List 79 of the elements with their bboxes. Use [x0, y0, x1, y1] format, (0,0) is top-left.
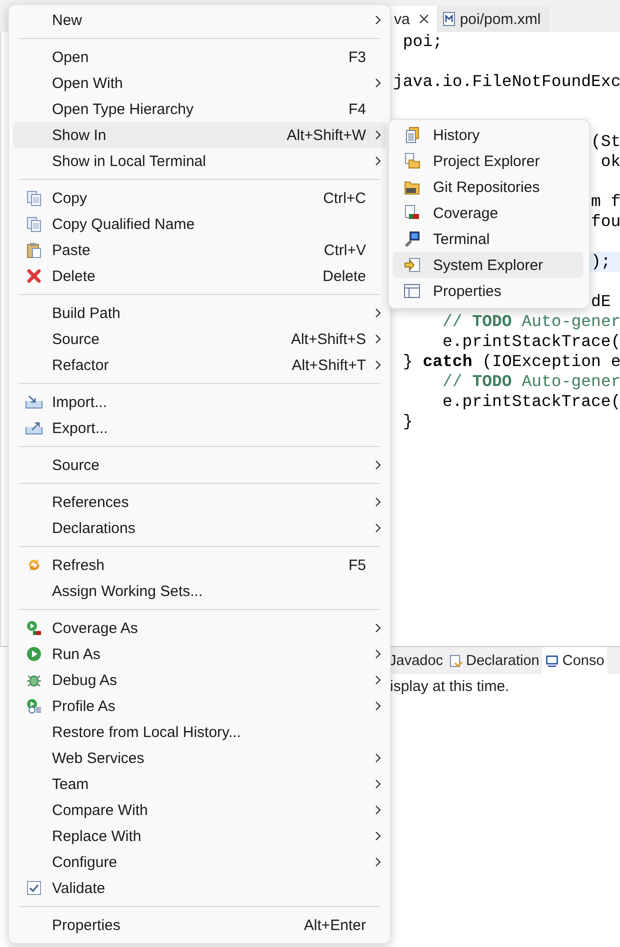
- code-line: );: [591, 252, 611, 272]
- menu-item[interactable]: Source Alt+Shift+S: [13, 326, 386, 352]
- export-icon: [24, 421, 42, 435]
- close-icon[interactable]: [418, 14, 429, 24]
- menu-item[interactable]: Show in Local Terminal: [13, 148, 386, 174]
- menu-item[interactable]: References: [13, 489, 386, 515]
- menu-item[interactable]: Paste Ctrl+V: [13, 237, 386, 263]
- menu-item[interactable]: Delete Delete: [13, 263, 386, 289]
- coverage-icon: [26, 620, 42, 636]
- code-comment: // TODO Auto-gener: [442, 312, 620, 331]
- code-line: e.printStackTrace(: [442, 392, 620, 411]
- folder-icon: [404, 153, 420, 169]
- menu-item[interactable]: Properties Alt+Enter: [13, 912, 386, 938]
- code-line: }: [402, 412, 413, 431]
- menu-item[interactable]: Validate: [13, 875, 386, 901]
- panel-tab[interactable]: Declaration: [446, 647, 542, 674]
- menu-item[interactable]: Show In Alt+Shift+W: [13, 122, 386, 148]
- code-line: } catch (IOException e: [402, 352, 620, 371]
- menu-item[interactable]: Assign Working Sets...: [13, 578, 386, 604]
- menu-item[interactable]: Debug As: [13, 667, 386, 693]
- code-line: e.printStackTrace(: [442, 332, 620, 351]
- submenu-item[interactable]: System Explorer: [393, 252, 583, 278]
- menu-item[interactable]: Configure: [13, 849, 386, 875]
- menu-item[interactable]: Web Services: [13, 745, 386, 771]
- submenu-item[interactable]: History: [393, 122, 583, 148]
- menu-item[interactable]: Open F3: [13, 44, 386, 70]
- menu-item[interactable]: Export...: [13, 415, 386, 441]
- menu-item[interactable]: Copy Ctrl+C: [13, 185, 386, 211]
- coverage-report-icon: [404, 205, 420, 221]
- menu-item[interactable]: Open Type Hierarchy F4: [13, 96, 386, 122]
- menu-item[interactable]: Copy Qualified Name: [13, 211, 386, 237]
- menu-item[interactable]: Open With: [13, 70, 386, 96]
- code-line: ok: [600, 152, 620, 172]
- submenu-item[interactable]: Properties: [393, 278, 583, 304]
- menu-item[interactable]: Refactor Alt+Shift+T: [13, 352, 386, 378]
- code-line: m f: [591, 192, 620, 212]
- delete-icon: [26, 268, 42, 284]
- profile-icon: [26, 698, 42, 714]
- clipboard-icon: [26, 242, 42, 258]
- submenu-item[interactable]: Coverage: [393, 200, 583, 226]
- declaration-icon: [449, 654, 464, 668]
- editor-tab[interactable]: va: [388, 6, 437, 32]
- menu-item[interactable]: Source: [13, 452, 386, 478]
- run-icon: [26, 646, 42, 662]
- code-line: dE: [591, 292, 611, 312]
- menu-item[interactable]: Declarations: [13, 515, 386, 541]
- menu-item[interactable]: Refresh F5: [13, 552, 386, 578]
- arrow-document-icon: [404, 257, 420, 273]
- menu-item[interactable]: Team: [13, 771, 386, 797]
- panel-tab[interactable]: Javadoc: [388, 647, 446, 674]
- copy-icon: [26, 216, 42, 232]
- code-line: java.io.FileNotFoundExc: [393, 72, 620, 91]
- menu-item[interactable]: Build Path: [13, 300, 386, 326]
- menu-item[interactable]: Replace With: [13, 823, 386, 849]
- panel-tab[interactable]: Conso: [542, 647, 608, 674]
- copy-icon: [26, 190, 42, 206]
- menu-item[interactable]: Run As: [13, 641, 386, 667]
- maven-file-icon: [442, 12, 455, 26]
- code-line: fou: [591, 212, 620, 232]
- code-line: (St: [591, 132, 620, 152]
- code-line: poi;: [402, 32, 443, 51]
- console-icon: [545, 654, 560, 668]
- history-icon: [404, 127, 420, 143]
- panel-message: isplay at this time.: [389, 677, 510, 695]
- submenu-item[interactable]: Git Repositories: [393, 174, 583, 200]
- terminal-icon: [404, 231, 420, 247]
- menu-item[interactable]: Import...: [13, 389, 386, 415]
- menu-item[interactable]: Compare With: [13, 797, 386, 823]
- submenu-item[interactable]: Project Explorer: [393, 148, 583, 174]
- submenu-item[interactable]: Terminal: [393, 226, 583, 252]
- import-icon: [24, 395, 42, 409]
- menu-item[interactable]: Profile As: [13, 693, 386, 719]
- menu-item[interactable]: Coverage As: [13, 615, 386, 641]
- menu-item[interactable]: Restore from Local History...: [13, 719, 386, 745]
- table-icon: [404, 283, 420, 299]
- code-comment: // TODO Auto-gener: [442, 372, 620, 391]
- menu-item[interactable]: New: [13, 7, 386, 33]
- editor-tab[interactable]: poi/pom.xml: [436, 6, 549, 32]
- git-folder-icon: [404, 179, 420, 195]
